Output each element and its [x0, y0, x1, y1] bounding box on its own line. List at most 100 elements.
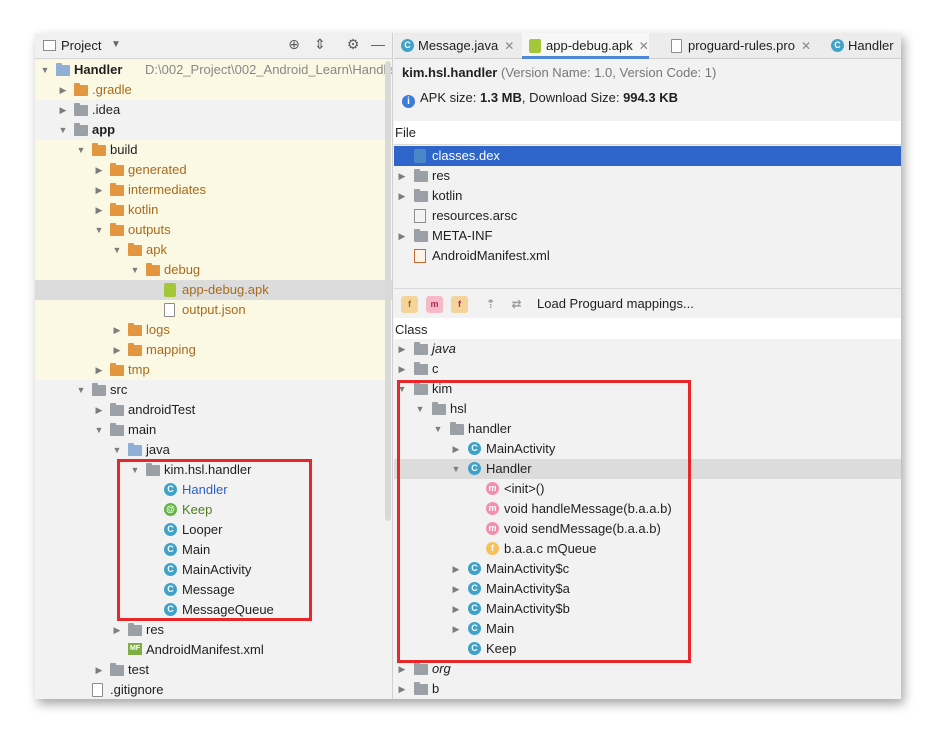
- apk-file-row[interactable]: ▶ META-INF: [394, 226, 901, 246]
- expand-arrow-down-icon[interactable]: ▼: [111, 240, 123, 260]
- project-tree-item[interactable]: ▶ .gradle: [35, 80, 392, 100]
- project-tree-item[interactable]: app-debug.apk: [35, 280, 392, 300]
- show-referenced-icon[interactable]: f: [451, 296, 468, 313]
- expand-arrow-right-icon[interactable]: ▶: [396, 679, 408, 699]
- project-tree-item[interactable]: ▼ outputs: [35, 220, 392, 240]
- folder-icon: [414, 189, 428, 202]
- file-icon: [92, 683, 103, 697]
- project-tree-item[interactable]: ▼ debug: [35, 260, 392, 280]
- project-tree-item[interactable]: output.json: [35, 300, 392, 320]
- folder-icon: [128, 343, 142, 356]
- project-tree-item[interactable]: ▼ build: [35, 140, 392, 160]
- apk-file-row[interactable]: resources.arsc: [394, 206, 901, 226]
- show-methods-icon[interactable]: m: [426, 296, 443, 313]
- project-tree-item[interactable]: ▶ androidTest: [35, 400, 392, 420]
- hide-panel-icon[interactable]: —: [369, 36, 387, 52]
- project-tree-item[interactable]: ▼ java: [35, 440, 392, 460]
- apk-file-row[interactable]: classes.dex: [394, 146, 901, 166]
- tab-handler[interactable]: C Handler: [824, 33, 894, 59]
- dex-class-row[interactable]: ▶ b: [394, 679, 901, 699]
- project-view-icon: [43, 40, 56, 51]
- project-tree-item[interactable]: ▼ main: [35, 420, 392, 440]
- expand-arrow-right-icon[interactable]: ▶: [93, 180, 105, 200]
- expand-arrow-right-icon[interactable]: ▶: [93, 360, 105, 380]
- expand-arrow-down-icon[interactable]: ▼: [111, 440, 123, 460]
- project-tree-item-label: java: [146, 442, 170, 457]
- folder-icon: [56, 63, 70, 76]
- project-tree-item-label: test: [128, 662, 149, 677]
- expand-arrow-right-icon[interactable]: ▶: [396, 339, 408, 359]
- folder-icon: [414, 169, 428, 182]
- project-tree-item-label: androidTest: [128, 402, 196, 417]
- expand-arrow-down-icon[interactable]: ▼: [93, 220, 105, 240]
- expand-arrow-right-icon[interactable]: ▶: [396, 226, 408, 246]
- project-tree-item[interactable]: ▶ mapping: [35, 340, 392, 360]
- project-tree-item[interactable]: MF AndroidManifest.xml: [35, 640, 392, 660]
- expand-arrow-right-icon[interactable]: ▶: [93, 400, 105, 420]
- expand-arrow-right-icon[interactable]: ▶: [93, 200, 105, 220]
- project-view-selector[interactable]: Project: [61, 38, 101, 53]
- version-label: (Version Name: 1.0, Version Code: 1): [501, 65, 717, 80]
- apk-file-row[interactable]: ▶ kotlin: [394, 186, 901, 206]
- expand-arrow-down-icon[interactable]: ▼: [129, 260, 141, 280]
- file-column-header[interactable]: File: [394, 121, 901, 145]
- project-tree-item[interactable]: ▶ test: [35, 660, 392, 680]
- project-scrollbar[interactable]: [385, 61, 391, 521]
- project-tree-item[interactable]: ▶ intermediates: [35, 180, 392, 200]
- project-tree-item[interactable]: .gitignore: [35, 680, 392, 699]
- expand-arrow-down-icon[interactable]: ▼: [75, 380, 87, 400]
- folder-icon: [128, 243, 142, 256]
- expand-arrow-right-icon[interactable]: ▶: [396, 186, 408, 206]
- chevron-down-icon[interactable]: ▼: [111, 39, 121, 50]
- load-proguard-mappings-button[interactable]: Load Proguard mappings...: [537, 296, 694, 311]
- apk-file-row[interactable]: AndroidManifest.xml: [394, 246, 901, 266]
- project-tree-item-label: tmp: [128, 362, 150, 377]
- expand-arrow-down-icon[interactable]: ▼: [39, 60, 51, 80]
- dex-class-row[interactable]: ▶ c: [394, 359, 901, 379]
- project-tree-item[interactable]: ▶ res: [35, 620, 392, 640]
- tab-message-java[interactable]: C Message.java ✕: [394, 33, 514, 59]
- project-tree-item[interactable]: ▼ src: [35, 380, 392, 400]
- project-tree-item[interactable]: ▶ generated: [35, 160, 392, 180]
- expand-arrow-down-icon[interactable]: ▼: [75, 140, 87, 160]
- sort-icon[interactable]: ⇡: [482, 296, 499, 313]
- locate-icon[interactable]: ⊕: [285, 36, 303, 53]
- apk-file-label: kotlin: [432, 188, 463, 203]
- deobfuscate-icon[interactable]: ⇄: [508, 296, 525, 313]
- tab-proguard-rules-pro[interactable]: proguard-rules.pro ✕: [664, 33, 811, 59]
- manifest-file-icon: MF: [128, 643, 142, 655]
- project-tree-item[interactable]: ▶ .idea: [35, 100, 392, 120]
- project-tree-item-label: kotlin: [128, 202, 159, 217]
- project-tree-item[interactable]: ▼ app: [35, 120, 392, 140]
- gear-icon[interactable]: ⚙: [344, 36, 362, 53]
- close-icon[interactable]: ✕: [504, 39, 514, 53]
- expand-arrow-right-icon[interactable]: ▶: [93, 160, 105, 180]
- expand-arrow-right-icon[interactable]: ▶: [111, 340, 123, 360]
- apk-file-icon: [164, 283, 176, 297]
- close-icon[interactable]: ✕: [639, 39, 649, 53]
- project-tree-item-label: app-debug.apk: [182, 282, 269, 297]
- expand-arrow-right-icon[interactable]: ▶: [57, 100, 69, 120]
- expand-arrow-right-icon[interactable]: ▶: [57, 80, 69, 100]
- show-fields-icon[interactable]: f: [401, 296, 418, 313]
- expand-arrow-right-icon[interactable]: ▶: [111, 620, 123, 640]
- collapse-all-icon[interactable]: ⇕: [311, 36, 329, 53]
- close-icon[interactable]: ✕: [801, 39, 811, 53]
- folder-icon: [414, 662, 428, 675]
- expand-arrow-right-icon[interactable]: ▶: [396, 166, 408, 186]
- project-tree-item[interactable]: ▶ logs: [35, 320, 392, 340]
- project-tree-item[interactable]: ▼ Handler D:\002_Project\002_Android_Learn…: [35, 60, 392, 80]
- project-tree-item[interactable]: ▼ apk: [35, 240, 392, 260]
- apk-file-row[interactable]: ▶ res: [394, 166, 901, 186]
- project-tree-item[interactable]: ▶ kotlin: [35, 200, 392, 220]
- expand-arrow-down-icon[interactable]: ▼: [93, 420, 105, 440]
- expand-arrow-down-icon[interactable]: ▼: [57, 120, 69, 140]
- expand-arrow-right-icon[interactable]: ▶: [396, 359, 408, 379]
- dex-class-row[interactable]: ▶ java: [394, 339, 901, 359]
- tab-app-debug-apk[interactable]: app-debug.apk ✕: [522, 33, 649, 59]
- project-toolbar: Project ▼ ⊕ ⇕ ⚙ —: [35, 33, 392, 59]
- folder-icon: [74, 103, 88, 116]
- expand-arrow-right-icon[interactable]: ▶: [111, 320, 123, 340]
- project-tree-item[interactable]: ▶ tmp: [35, 360, 392, 380]
- expand-arrow-right-icon[interactable]: ▶: [93, 660, 105, 680]
